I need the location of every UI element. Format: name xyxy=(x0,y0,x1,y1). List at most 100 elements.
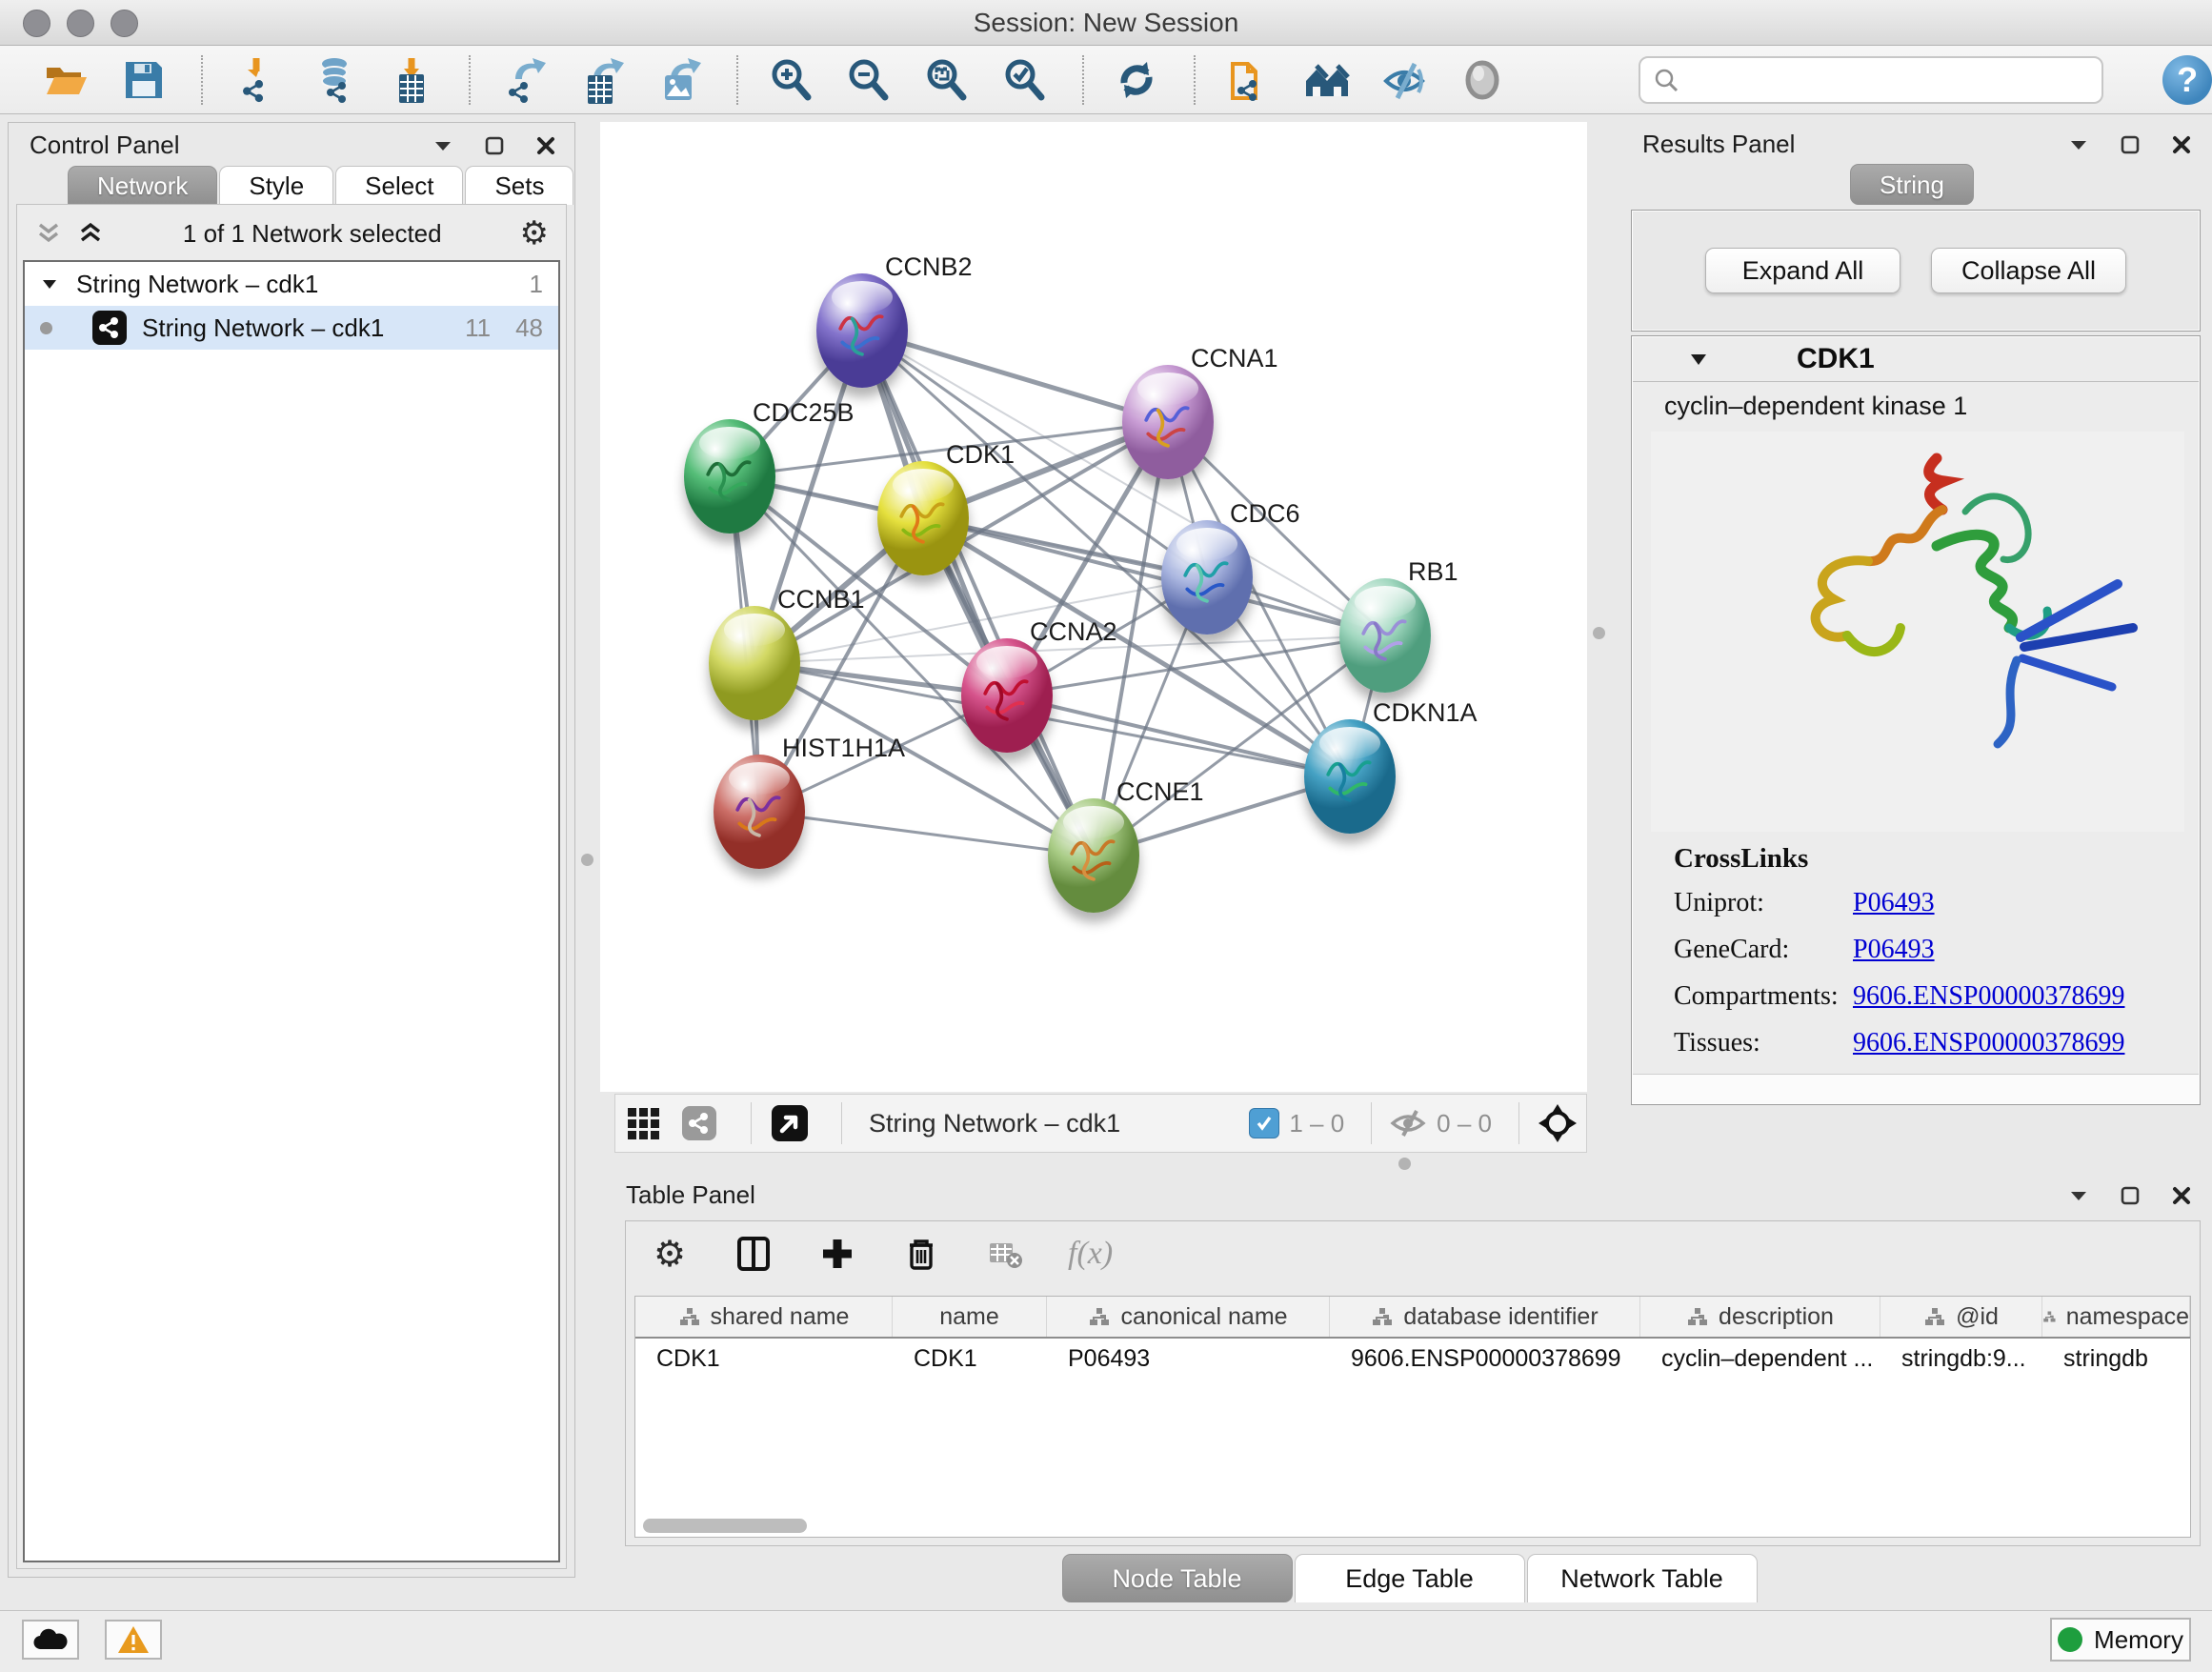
expand-all-icon[interactable] xyxy=(76,219,105,248)
tab-network[interactable]: Network xyxy=(68,166,217,205)
tab-network-table[interactable]: Network Table xyxy=(1527,1554,1758,1602)
column-header-canonical-name[interactable]: canonical name xyxy=(1047,1297,1330,1337)
panel-close-icon[interactable] xyxy=(2170,1184,2193,1207)
network-collection-row[interactable]: String Network – cdk1 1 xyxy=(25,262,558,306)
network-edge-CCNB2-CCNA1[interactable] xyxy=(862,331,1168,422)
show-hide-panels-button[interactable] xyxy=(1300,53,1354,107)
string-view-button[interactable] xyxy=(678,1102,720,1144)
tab-style[interactable]: Style xyxy=(219,166,333,205)
table-cell[interactable]: P06493 xyxy=(1047,1339,1330,1379)
export-image-button[interactable] xyxy=(653,53,706,107)
panel-float-icon[interactable] xyxy=(432,134,454,157)
open-session-button[interactable] xyxy=(40,53,93,107)
gear-icon[interactable]: ⚙ xyxy=(520,214,549,252)
table-cell[interactable]: stringdb:9... xyxy=(1880,1339,2042,1379)
tab-edge-table[interactable]: Edge Table xyxy=(1295,1554,1525,1602)
network-node-CCNB2[interactable] xyxy=(816,273,908,388)
table-row[interactable]: CDK1CDK1P064939606.ENSP00000378699cyclin… xyxy=(635,1339,2190,1379)
column-header-description[interactable]: description xyxy=(1640,1297,1880,1337)
fit-selected-button[interactable] xyxy=(1537,1102,1579,1144)
network-node-HIST1H1A[interactable] xyxy=(714,755,805,869)
zoom-selected-button[interactable] xyxy=(998,53,1052,107)
tab-node-table[interactable]: Node Table xyxy=(1062,1554,1293,1602)
network-node-CDC25B[interactable] xyxy=(684,419,775,534)
birds-eye-icon xyxy=(770,1103,810,1143)
left-splitter-handle[interactable] xyxy=(581,854,593,866)
cloud-status-button[interactable] xyxy=(22,1620,79,1660)
import-network-file-button[interactable] xyxy=(230,53,283,107)
column-header-shared-name[interactable]: shared name xyxy=(635,1297,893,1337)
show-columns-button[interactable] xyxy=(733,1233,774,1275)
network-edge-HIST1H1A-CCNE1[interactable] xyxy=(759,812,1094,856)
grid-view-button[interactable] xyxy=(623,1102,665,1144)
network-row[interactable]: String Network – cdk1 11 48 xyxy=(25,306,558,350)
panel-close-icon[interactable] xyxy=(2170,133,2193,156)
zoom-fit-button[interactable] xyxy=(920,53,974,107)
delete-table-button[interactable] xyxy=(984,1233,1026,1275)
panel-float-icon[interactable] xyxy=(2067,1184,2090,1207)
tab-sets[interactable]: Sets xyxy=(465,166,573,205)
horizontal-splitter-handle[interactable] xyxy=(1398,1158,1411,1170)
formula-builder-button[interactable]: f(x) xyxy=(1068,1233,1113,1275)
table-cell[interactable]: CDK1 xyxy=(893,1339,1047,1379)
memory-button[interactable]: Memory xyxy=(2050,1618,2191,1662)
selected-checkbox[interactable] xyxy=(1249,1108,1279,1138)
table-cell[interactable]: CDK1 xyxy=(635,1339,893,1379)
crosslink-link[interactable]: P06493 xyxy=(1853,935,1935,965)
column-header-name[interactable]: name xyxy=(893,1297,1047,1337)
network-edge-CCNA2-CDKN1A[interactable] xyxy=(1007,695,1350,776)
column-header--id[interactable]: @id xyxy=(1880,1297,2042,1337)
network-node-CCNA2[interactable] xyxy=(961,638,1053,753)
table-settings-button[interactable]: ⚙ xyxy=(649,1233,691,1275)
panel-maximize-icon[interactable] xyxy=(2119,133,2142,156)
panel-maximize-icon[interactable] xyxy=(483,134,506,157)
results-scrollbar-track[interactable] xyxy=(1633,1074,2199,1103)
network-edge-CCNB2-CCNE1[interactable] xyxy=(862,331,1094,856)
tab-select[interactable]: Select xyxy=(335,166,463,205)
tab-string[interactable]: String xyxy=(1850,164,1974,205)
delete-column-button[interactable] xyxy=(900,1233,942,1275)
zoom-in-button[interactable] xyxy=(765,53,818,107)
panel-close-icon[interactable] xyxy=(534,134,557,157)
import-network-database-button[interactable] xyxy=(308,53,361,107)
network-view-canvas[interactable]: CCNB2CCNA1CDC25BCDK1CDC6RB1CCNB1CCNA2CDK… xyxy=(600,122,1587,1092)
network-from-document-button[interactable] xyxy=(1222,53,1276,107)
network-node-CCNE1[interactable] xyxy=(1048,798,1139,913)
search-input[interactable] xyxy=(1680,64,2102,95)
panel-float-icon[interactable] xyxy=(2067,133,2090,156)
network-node-CCNA1[interactable] xyxy=(1122,365,1214,479)
graphics-details-button[interactable] xyxy=(1377,53,1431,107)
network-node-CDC6[interactable] xyxy=(1161,520,1253,635)
panel-maximize-icon[interactable] xyxy=(2119,1184,2142,1207)
network-node-CCNB1[interactable] xyxy=(709,606,800,720)
crosslink-link[interactable]: P06493 xyxy=(1853,888,1935,918)
birds-eye-button[interactable] xyxy=(769,1102,811,1144)
expand-all-button[interactable]: Expand All xyxy=(1705,248,1900,293)
network-node-CDK1[interactable] xyxy=(877,461,969,575)
network-node-RB1[interactable] xyxy=(1339,578,1431,693)
column-header-database-identifier[interactable]: database identifier xyxy=(1330,1297,1640,1337)
crosslink-link[interactable]: 9606.ENSP00000378699 xyxy=(1853,981,2124,1012)
export-network-button[interactable] xyxy=(497,53,551,107)
import-table-button[interactable] xyxy=(386,53,439,107)
table-cell[interactable]: stringdb xyxy=(2042,1339,2190,1379)
right-splitter-handle[interactable] xyxy=(1593,627,1605,639)
collapse-all-icon[interactable] xyxy=(34,219,63,248)
add-column-button[interactable] xyxy=(816,1233,858,1275)
table-cell[interactable]: cyclin–dependent ... xyxy=(1640,1339,1880,1379)
save-session-button[interactable] xyxy=(118,53,171,107)
horizontal-scrollbar[interactable] xyxy=(643,1519,807,1533)
export-table-button[interactable] xyxy=(575,53,629,107)
network-node-CDKN1A[interactable] xyxy=(1304,719,1396,834)
apply-layout-button[interactable] xyxy=(1111,53,1164,107)
collapse-gene-icon[interactable] xyxy=(1688,349,1709,370)
birds-eye-toggle-button[interactable] xyxy=(1456,53,1509,107)
column-header-namespace[interactable]: namespace xyxy=(2042,1297,2190,1337)
tree-expand-icon[interactable] xyxy=(40,274,59,293)
table-cell[interactable]: 9606.ENSP00000378699 xyxy=(1330,1339,1640,1379)
zoom-out-button[interactable] xyxy=(843,53,896,107)
collapse-all-button[interactable]: Collapse All xyxy=(1931,248,2126,293)
crosslink-link[interactable]: 9606.ENSP00000378699 xyxy=(1853,1028,2124,1058)
help-button[interactable]: ? xyxy=(2162,55,2212,105)
warning-status-button[interactable] xyxy=(105,1620,162,1660)
